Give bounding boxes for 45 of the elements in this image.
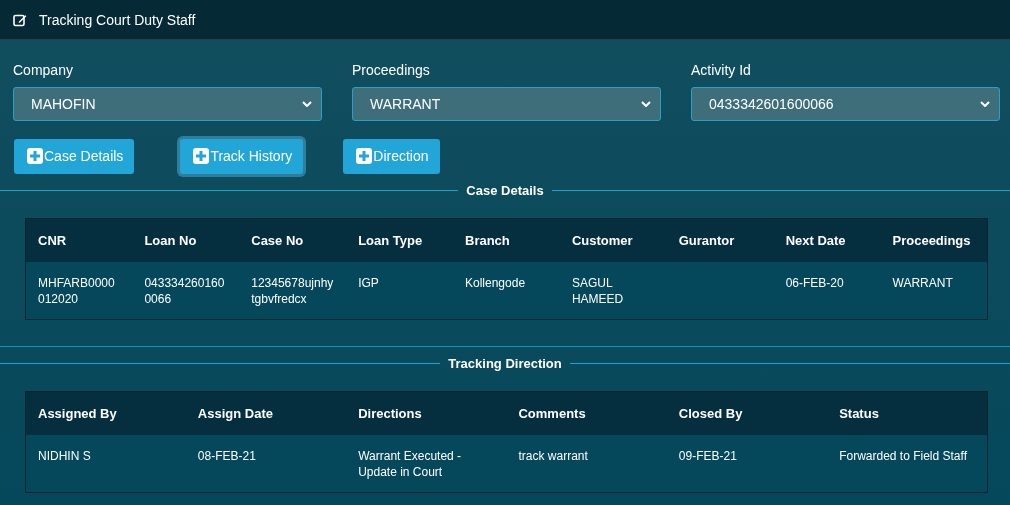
column-header: Loan Type xyxy=(346,218,453,262)
table-cell: IGP xyxy=(346,262,453,320)
column-header: Gurantor xyxy=(666,218,774,262)
column-header: Closed By xyxy=(666,391,828,435)
dropdown-field[interactable]: WARRANT xyxy=(352,87,661,121)
column-header: Next Date xyxy=(773,218,881,262)
table-cell: Forwarded to Field Staff xyxy=(827,435,988,493)
column-header: CNR xyxy=(25,218,133,262)
field-label: Proceedings xyxy=(352,62,431,78)
column-header: Status xyxy=(827,391,988,435)
table-cell: Warrant Executed - Update in Court xyxy=(346,435,507,493)
table-cell: 12345678ujnhytgbvfredcx xyxy=(239,262,347,320)
dropdown-field[interactable]: 0433342601600066 xyxy=(691,87,1000,121)
plus-icon xyxy=(356,148,373,164)
dropdown-field[interactable]: MAHOFIN xyxy=(13,87,322,121)
column-header: Directions xyxy=(346,391,507,435)
table-cell: WARRANT xyxy=(880,262,988,320)
table-cell: 09-FEB-21 xyxy=(666,435,828,493)
table-cell: track warrant xyxy=(506,435,667,493)
table-cell: Kollengode xyxy=(453,262,560,320)
column-header: Proceedings xyxy=(880,218,988,262)
chevron-down-icon xyxy=(980,101,990,107)
plus-icon xyxy=(193,148,210,164)
chevron-down-icon xyxy=(302,101,312,107)
column-header: Comments xyxy=(506,391,667,435)
column-header: Loan No xyxy=(132,218,240,262)
table-cell: SAGUL HAMEED xyxy=(559,262,667,320)
edit-icon xyxy=(13,12,27,27)
field-label: Company xyxy=(13,62,74,78)
column-header: Assign Date xyxy=(185,391,347,435)
plus-icon xyxy=(27,148,43,164)
chevron-down-icon xyxy=(641,101,651,107)
section-title: Tracking Direction xyxy=(448,356,562,371)
window-title: Tracking Court Duty Staff xyxy=(39,11,196,28)
table-cell: 08-FEB-21 xyxy=(185,435,347,493)
column-header: Branch xyxy=(453,218,560,262)
field-label: Activity Id xyxy=(691,62,752,78)
table-cell: 0433342601600066 xyxy=(132,262,240,320)
column-header: Customer xyxy=(559,218,667,262)
table-cell: 06-FEB-20 xyxy=(773,262,881,320)
table-cell: MHFARB0000012020 xyxy=(25,262,133,320)
table-cell: NIDHIN S xyxy=(25,435,186,493)
column-header: Assigned By xyxy=(25,391,186,435)
section-title: Case Details xyxy=(466,183,544,198)
column-header: Case No xyxy=(239,218,347,262)
